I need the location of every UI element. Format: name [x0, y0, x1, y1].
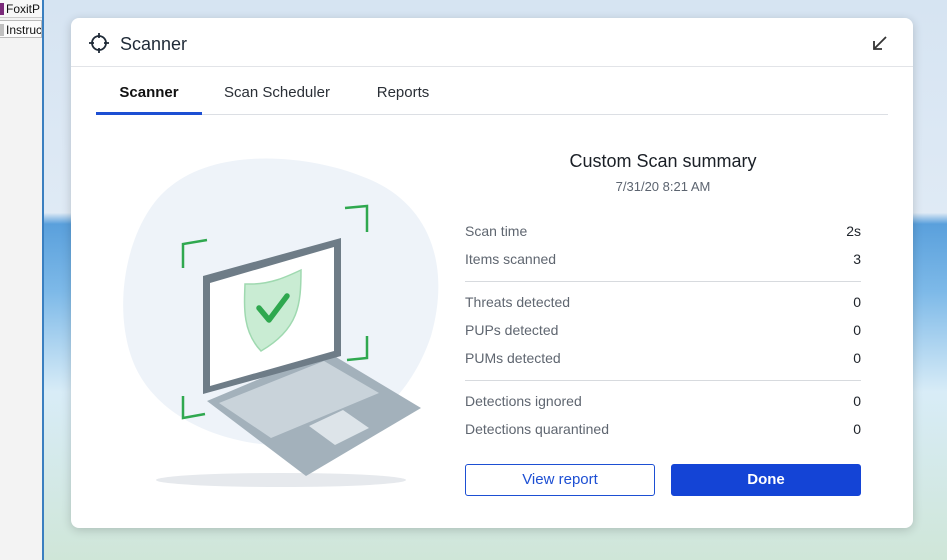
laptop-shadow — [156, 473, 406, 487]
stat-label: Detections quarantined — [465, 421, 609, 437]
laptop-shield-illustration — [123, 158, 439, 487]
arrow-collapse-icon[interactable] — [871, 34, 889, 52]
stat-label: Threats detected — [465, 294, 571, 310]
divider — [465, 380, 861, 381]
scanner-modal: Scanner Scanner Scan Scheduler Reports C… — [71, 18, 913, 528]
stat-label: PUMs detected — [465, 350, 561, 366]
tab-scanner[interactable]: Scanner — [96, 76, 202, 115]
stat-row-items-scanned: Items scanned 3 — [465, 251, 861, 271]
modal-header: Scanner — [71, 18, 913, 67]
summary-title: Custom Scan summary — [569, 151, 757, 171]
view-report-button[interactable]: View report — [465, 464, 655, 496]
tab-reports[interactable]: Reports — [372, 76, 434, 114]
stat-row-scan-time: Scan time 2s — [465, 223, 861, 243]
done-button[interactable]: Done — [671, 464, 861, 496]
tab-bar: Scanner Scan Scheduler Reports — [96, 76, 888, 115]
stat-row-pums: PUMs detected 0 — [465, 350, 861, 370]
stat-label: Detections ignored — [465, 393, 582, 409]
desktop-item-instructions[interactable]: Instruc — [0, 20, 42, 38]
divider — [465, 281, 861, 282]
stat-value: 0 — [853, 350, 861, 366]
tab-scan-scheduler[interactable]: Scan Scheduler — [224, 76, 330, 114]
desktop-strip: FoxitP Instruc — [0, 0, 42, 560]
stat-row-threats: Threats detected 0 — [465, 294, 861, 314]
summary-date: 7/31/20 8:21 AM — [615, 179, 711, 194]
stat-value: 3 — [853, 251, 861, 267]
modal-title: Scanner — [120, 34, 188, 54]
crosshair-icon — [89, 33, 109, 53]
stat-label: PUPs detected — [465, 322, 559, 338]
stat-label: Items scanned — [465, 251, 557, 267]
desktop-item-foxit[interactable]: FoxitP — [0, 0, 42, 18]
stat-value: 0 — [853, 294, 861, 310]
stat-row-pups: PUPs detected 0 — [465, 322, 861, 342]
stat-row-ignored: Detections ignored 0 — [465, 393, 861, 413]
stat-row-quarantined: Detections quarantined 0 — [465, 421, 861, 441]
stat-value: 0 — [853, 421, 861, 437]
stat-value: 2s — [846, 223, 861, 239]
stat-value: 0 — [853, 393, 861, 409]
stat-label: Scan time — [465, 223, 528, 239]
stat-value: 0 — [853, 322, 861, 338]
